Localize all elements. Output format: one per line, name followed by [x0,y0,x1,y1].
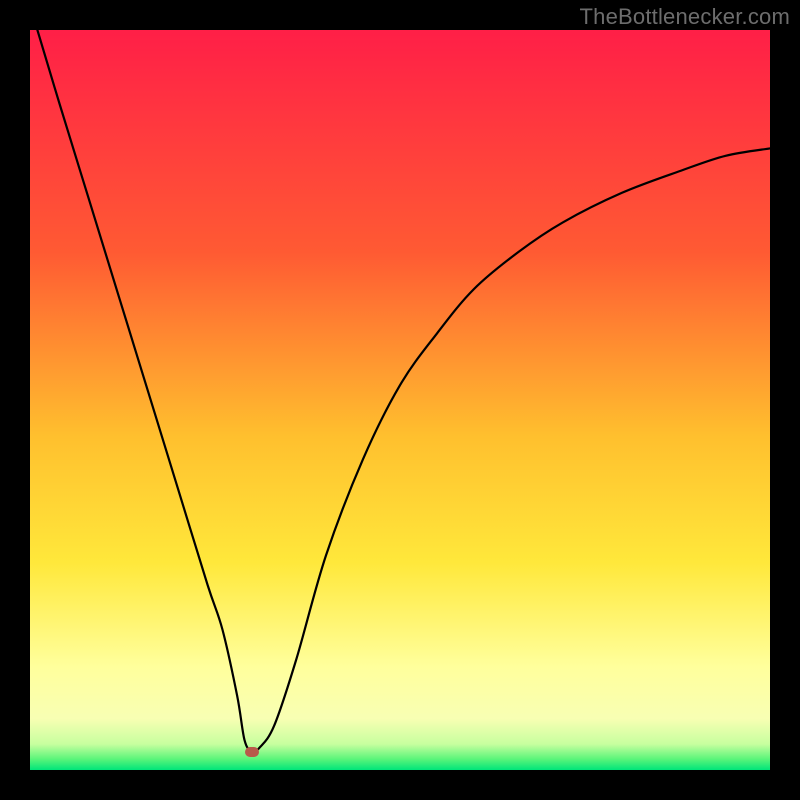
chart-frame: TheBottlenecker.com [0,0,800,800]
chart-plot-area [30,30,770,770]
optimal-point-marker [245,747,259,757]
bottleneck-curve [30,30,770,770]
watermark-label: TheBottlenecker.com [580,4,790,30]
